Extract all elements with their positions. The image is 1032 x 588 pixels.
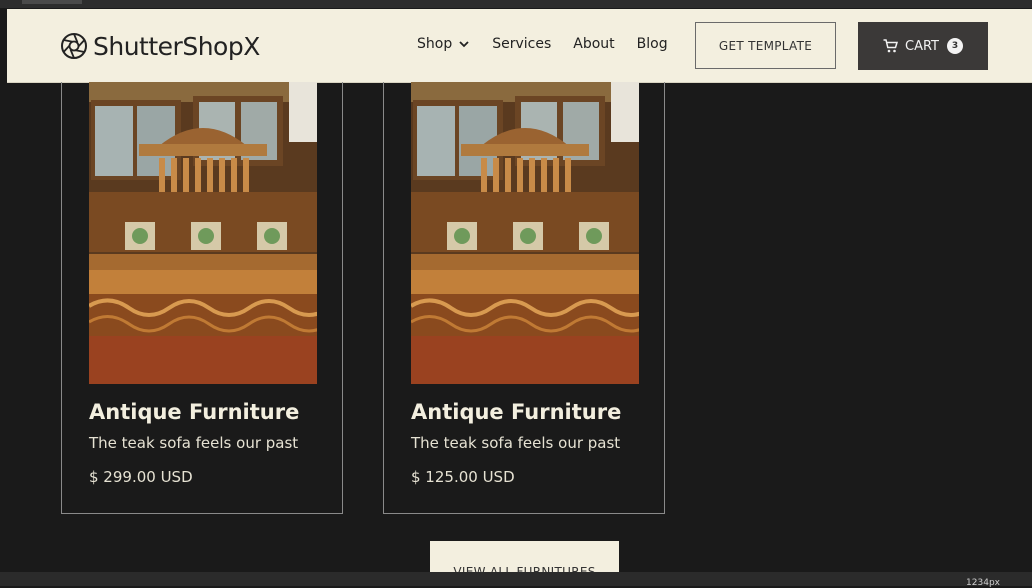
cart-button[interactable]: CART 3: [858, 22, 988, 70]
nav-item-shop[interactable]: Shop: [417, 36, 470, 52]
nav-item-services[interactable]: Services: [492, 36, 551, 52]
product-description: The teak sofa feels our past: [89, 434, 299, 452]
product-title[interactable]: Antique Furniture: [411, 400, 621, 424]
nav-item-label: About: [573, 36, 615, 52]
aperture-icon: [61, 33, 87, 59]
chevron-down-icon: [459, 41, 469, 48]
bottom-status-bar: [0, 572, 1032, 586]
cart-count-badge: 3: [947, 38, 963, 54]
product-price: $ 125.00 USD: [411, 468, 515, 486]
cart-icon: [883, 39, 898, 53]
product-image[interactable]: [89, 82, 317, 384]
logo[interactable]: ShutterShopX: [60, 29, 260, 63]
get-template-label: GET TEMPLATE: [718, 38, 813, 53]
product-image[interactable]: [411, 82, 639, 384]
browser-tab[interactable]: [22, 0, 82, 4]
zoom-readout: 1234px: [966, 578, 1000, 588]
get-template-button[interactable]: GET TEMPLATE: [695, 22, 836, 69]
main-nav: Shop Services About Blog: [417, 36, 668, 52]
nav-item-about[interactable]: About: [573, 36, 614, 52]
nav-item-label: Shop: [417, 36, 453, 52]
antique-sofa-image: [89, 82, 317, 384]
site-header: ShutterShopX Shop Services About Blog GE…: [7, 9, 1032, 83]
product-description: The teak sofa feels our past: [411, 434, 621, 452]
antique-sofa-image: [411, 82, 639, 384]
product-title[interactable]: Antique Furniture: [89, 400, 299, 424]
cart-label: CART: [905, 38, 939, 54]
logo-text: ShutterShopX: [93, 31, 260, 61]
nav-item-blog[interactable]: Blog: [637, 36, 668, 52]
nav-item-label: Services: [492, 36, 552, 52]
product-card[interactable]: Antique Furniture The teak sofa feels ou…: [61, 82, 343, 514]
product-price: $ 299.00 USD: [89, 468, 193, 486]
browser-top-strip: [0, 0, 1032, 8]
nav-item-label: Blog: [636, 36, 668, 52]
product-card[interactable]: Antique Furniture The teak sofa feels ou…: [383, 82, 665, 514]
